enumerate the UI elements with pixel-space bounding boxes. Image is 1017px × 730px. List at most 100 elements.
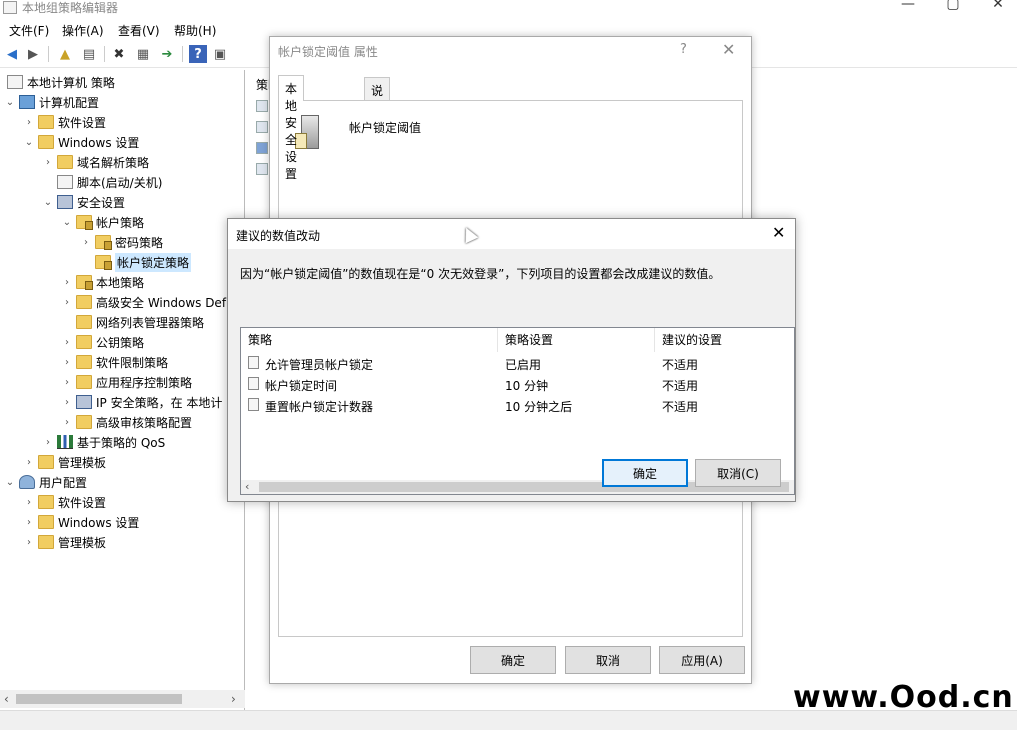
forward-arrow-icon[interactable]: ▶ (24, 45, 42, 63)
tree-horizontal-scrollbar[interactable]: ‹ › (0, 690, 245, 708)
tree-label: 计算机配置 (39, 95, 100, 110)
scroll-left-icon[interactable]: ‹ (4, 692, 9, 706)
chevron-right-icon[interactable]: › (61, 297, 73, 308)
tree-label: 高级安全 Windows Def (96, 295, 227, 310)
chevron-right-icon[interactable]: › (42, 437, 54, 448)
tree-item-local-policies[interactable]: › 本地策略 (61, 272, 144, 292)
tree-item-computer-config[interactable]: ⌄ 计算机配置 (4, 92, 99, 112)
tree-item-app-control[interactable]: › 应用程序控制策略 (61, 372, 192, 392)
tree-item-advanced-audit[interactable]: › 高级审核策略配置 (61, 412, 192, 432)
chevron-down-icon[interactable]: ⌄ (61, 217, 73, 228)
action-pane-icon[interactable]: ▣ (211, 45, 229, 63)
minimize-button[interactable]: — (885, 0, 931, 18)
ip-security-icon (76, 395, 92, 409)
properties-icon[interactable]: ▦ (134, 45, 152, 63)
chevron-right-icon[interactable]: › (23, 517, 35, 528)
apply-button[interactable]: 应用(A) (659, 646, 745, 674)
chevron-right-icon[interactable]: › (42, 157, 54, 168)
server-policy-icon (295, 115, 325, 151)
tree-pane: 本地计算机 策略 ⌄ 计算机配置 › 软件设置 ⌄ Windows 设置 › 域… (0, 70, 245, 710)
close-icon[interactable]: ✕ (722, 40, 735, 59)
tab-local-security-setting[interactable]: 本地安全设置 (278, 75, 305, 181)
tree-item-user-windows-settings[interactable]: › Windows 设置 (23, 512, 139, 532)
cancel-button[interactable]: 取消(C) (695, 459, 781, 487)
folder-icon (38, 135, 54, 149)
menu-help[interactable]: 帮助(H) (174, 22, 216, 39)
tree-item-ip-security[interactable]: › IP 安全策略，在 本地计 (61, 392, 222, 412)
chevron-right-icon[interactable]: › (23, 497, 35, 508)
close-icon[interactable]: ✕ (772, 223, 785, 242)
tree-label: 应用程序控制策略 (96, 375, 193, 390)
back-arrow-icon[interactable]: ◀ (3, 45, 21, 63)
tree-label: 帐户策略 (96, 215, 145, 230)
up-folder-icon[interactable]: ▲ (56, 45, 74, 63)
toolbar-separator (48, 46, 49, 62)
tree-label: 密码策略 (115, 235, 164, 250)
folder-icon (76, 375, 92, 389)
tree-item-account-policies[interactable]: ⌄ 帐户策略 (61, 212, 144, 232)
row-setting: 10 分钟之后 (505, 400, 573, 414)
tree-root[interactable]: 本地计算机 策略 (4, 72, 115, 92)
export-list-icon[interactable]: ➔ (158, 45, 176, 63)
chevron-right-icon[interactable]: › (61, 377, 73, 388)
chevron-right-icon[interactable]: › (23, 457, 35, 468)
dialog-title: 建议的数值改动 (236, 229, 321, 243)
tree-item-user-admin-templates[interactable]: › 管理模板 (23, 532, 106, 552)
scroll-right-icon[interactable]: › (231, 692, 236, 706)
chevron-right-icon[interactable]: › (61, 417, 73, 428)
close-button[interactable]: ✕ (975, 0, 1017, 18)
row-suggested: 不适用 (662, 358, 699, 372)
chevron-right-icon[interactable]: › (23, 117, 35, 128)
scroll-left-icon[interactable]: ‹ (245, 480, 249, 493)
tree-item-software-settings[interactable]: › 软件设置 (23, 112, 106, 132)
tree-item-account-lockout-policy[interactable]: 帐户锁定策略 (80, 252, 192, 272)
cancel-button[interactable]: 取消 (565, 646, 651, 674)
tree-item-network-list-manager[interactable]: 网络列表管理器策略 (61, 312, 204, 332)
tab-explain[interactable]: 说明 (364, 77, 391, 115)
tree-item-admin-templates[interactable]: › 管理模板 (23, 452, 106, 472)
tree-item-user-config[interactable]: ⌄ 用户配置 (4, 472, 87, 492)
menu-view[interactable]: 查看(V) (118, 22, 160, 39)
scroll-thumb[interactable] (16, 694, 182, 704)
delete-icon[interactable]: ✖ (110, 45, 128, 63)
chevron-right-icon[interactable]: › (80, 237, 92, 248)
menu-file[interactable]: 文件(F) (9, 22, 49, 39)
tree-item-password-policy[interactable]: › 密码策略 (80, 232, 163, 252)
chevron-down-icon[interactable]: ⌄ (4, 477, 16, 488)
chevron-down-icon[interactable]: ⌄ (4, 97, 16, 108)
chevron-right-icon[interactable]: › (61, 337, 73, 348)
maximize-button[interactable]: ▢ (930, 0, 976, 18)
tree-item-windows-settings[interactable]: ⌄ Windows 设置 (23, 132, 139, 152)
list-row[interactable]: 重置帐户锁定计数器 10 分钟之后 不适用 (241, 395, 794, 416)
column-header-suggested[interactable]: 建议的设置 (655, 328, 794, 352)
tree-item-windows-defender-firewall[interactable]: › 高级安全 Windows Def (61, 292, 226, 312)
tree-item-software-restriction[interactable]: › 软件限制策略 (61, 352, 168, 372)
chevron-right-icon[interactable]: › (23, 537, 35, 548)
tree-label: 高级审核策略配置 (96, 415, 193, 430)
chevron-right-icon[interactable]: › (61, 357, 73, 368)
show-hide-tree-icon[interactable]: ▤ (80, 45, 98, 63)
ok-button[interactable]: 确定 (470, 646, 556, 674)
tree-item-public-key-policies[interactable]: › 公钥策略 (61, 332, 144, 352)
chevron-right-icon[interactable]: › (61, 397, 73, 408)
tree-label: 软件限制策略 (96, 355, 169, 370)
column-header-policy[interactable]: 策略 (241, 328, 498, 352)
help-icon[interactable]: ? (189, 45, 207, 63)
chevron-down-icon[interactable]: ⌄ (42, 197, 54, 208)
tree-item-scripts[interactable]: 脚本(启动/关机) (42, 172, 162, 192)
policy-doc-icon (248, 398, 259, 411)
tree-item-qos[interactable]: › 基于策略的 QoS (42, 432, 165, 452)
help-button[interactable]: ? (680, 42, 687, 57)
toolbar-separator (182, 46, 183, 62)
column-header-setting[interactable]: 策略设置 (498, 328, 655, 352)
ok-button[interactable]: 确定 (602, 459, 688, 487)
tree-item-user-software-settings[interactable]: › 软件设置 (23, 492, 106, 512)
folder-icon (76, 315, 92, 329)
list-row[interactable]: 帐户锁定时间 10 分钟 不适用 (241, 374, 794, 395)
chevron-right-icon[interactable]: › (61, 277, 73, 288)
tree-item-security-settings[interactable]: ⌄ 安全设置 (42, 192, 125, 212)
menu-action[interactable]: 操作(A) (62, 22, 104, 39)
tree-item-dns-policy[interactable]: › 域名解析策略 (42, 152, 149, 172)
list-row[interactable]: 允许管理员帐户锁定 已启用 不适用 (241, 353, 794, 374)
chevron-down-icon[interactable]: ⌄ (23, 137, 35, 148)
